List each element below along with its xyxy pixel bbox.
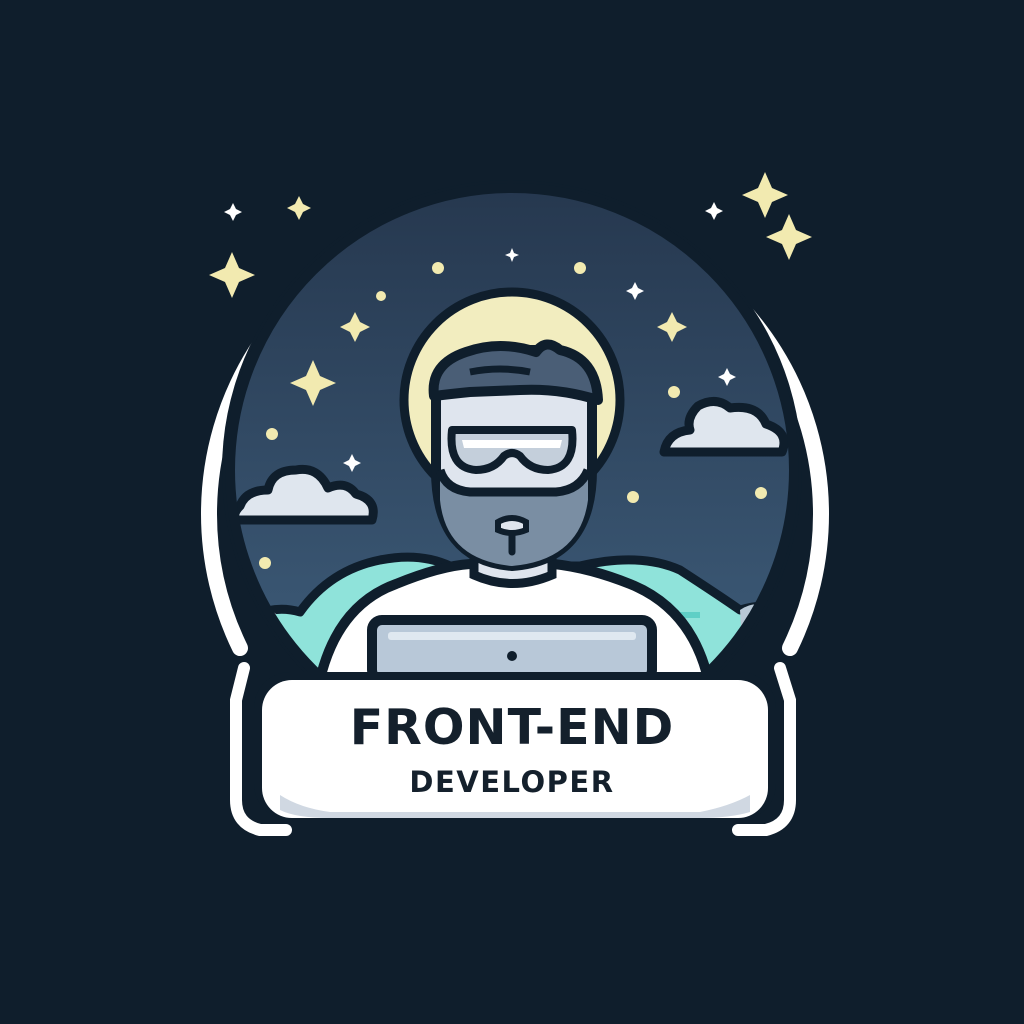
sparkle-icon bbox=[742, 172, 788, 218]
sparkle-icon bbox=[287, 196, 311, 220]
logo-canvas: FRONT-END DEVELOPER bbox=[0, 0, 1024, 1024]
sparkle-icon bbox=[209, 252, 255, 298]
laptop-icon bbox=[367, 615, 657, 685]
sparkle-icon bbox=[705, 202, 723, 220]
badge-subtitle: DEVELOPER bbox=[409, 765, 615, 799]
badge-title: FRONT-END bbox=[349, 699, 675, 756]
developer-badge-logo bbox=[201, 172, 829, 836]
sparkle-icon bbox=[224, 203, 242, 221]
sparkle-icon bbox=[766, 214, 812, 260]
developer-avatar-icon bbox=[428, 339, 603, 572]
